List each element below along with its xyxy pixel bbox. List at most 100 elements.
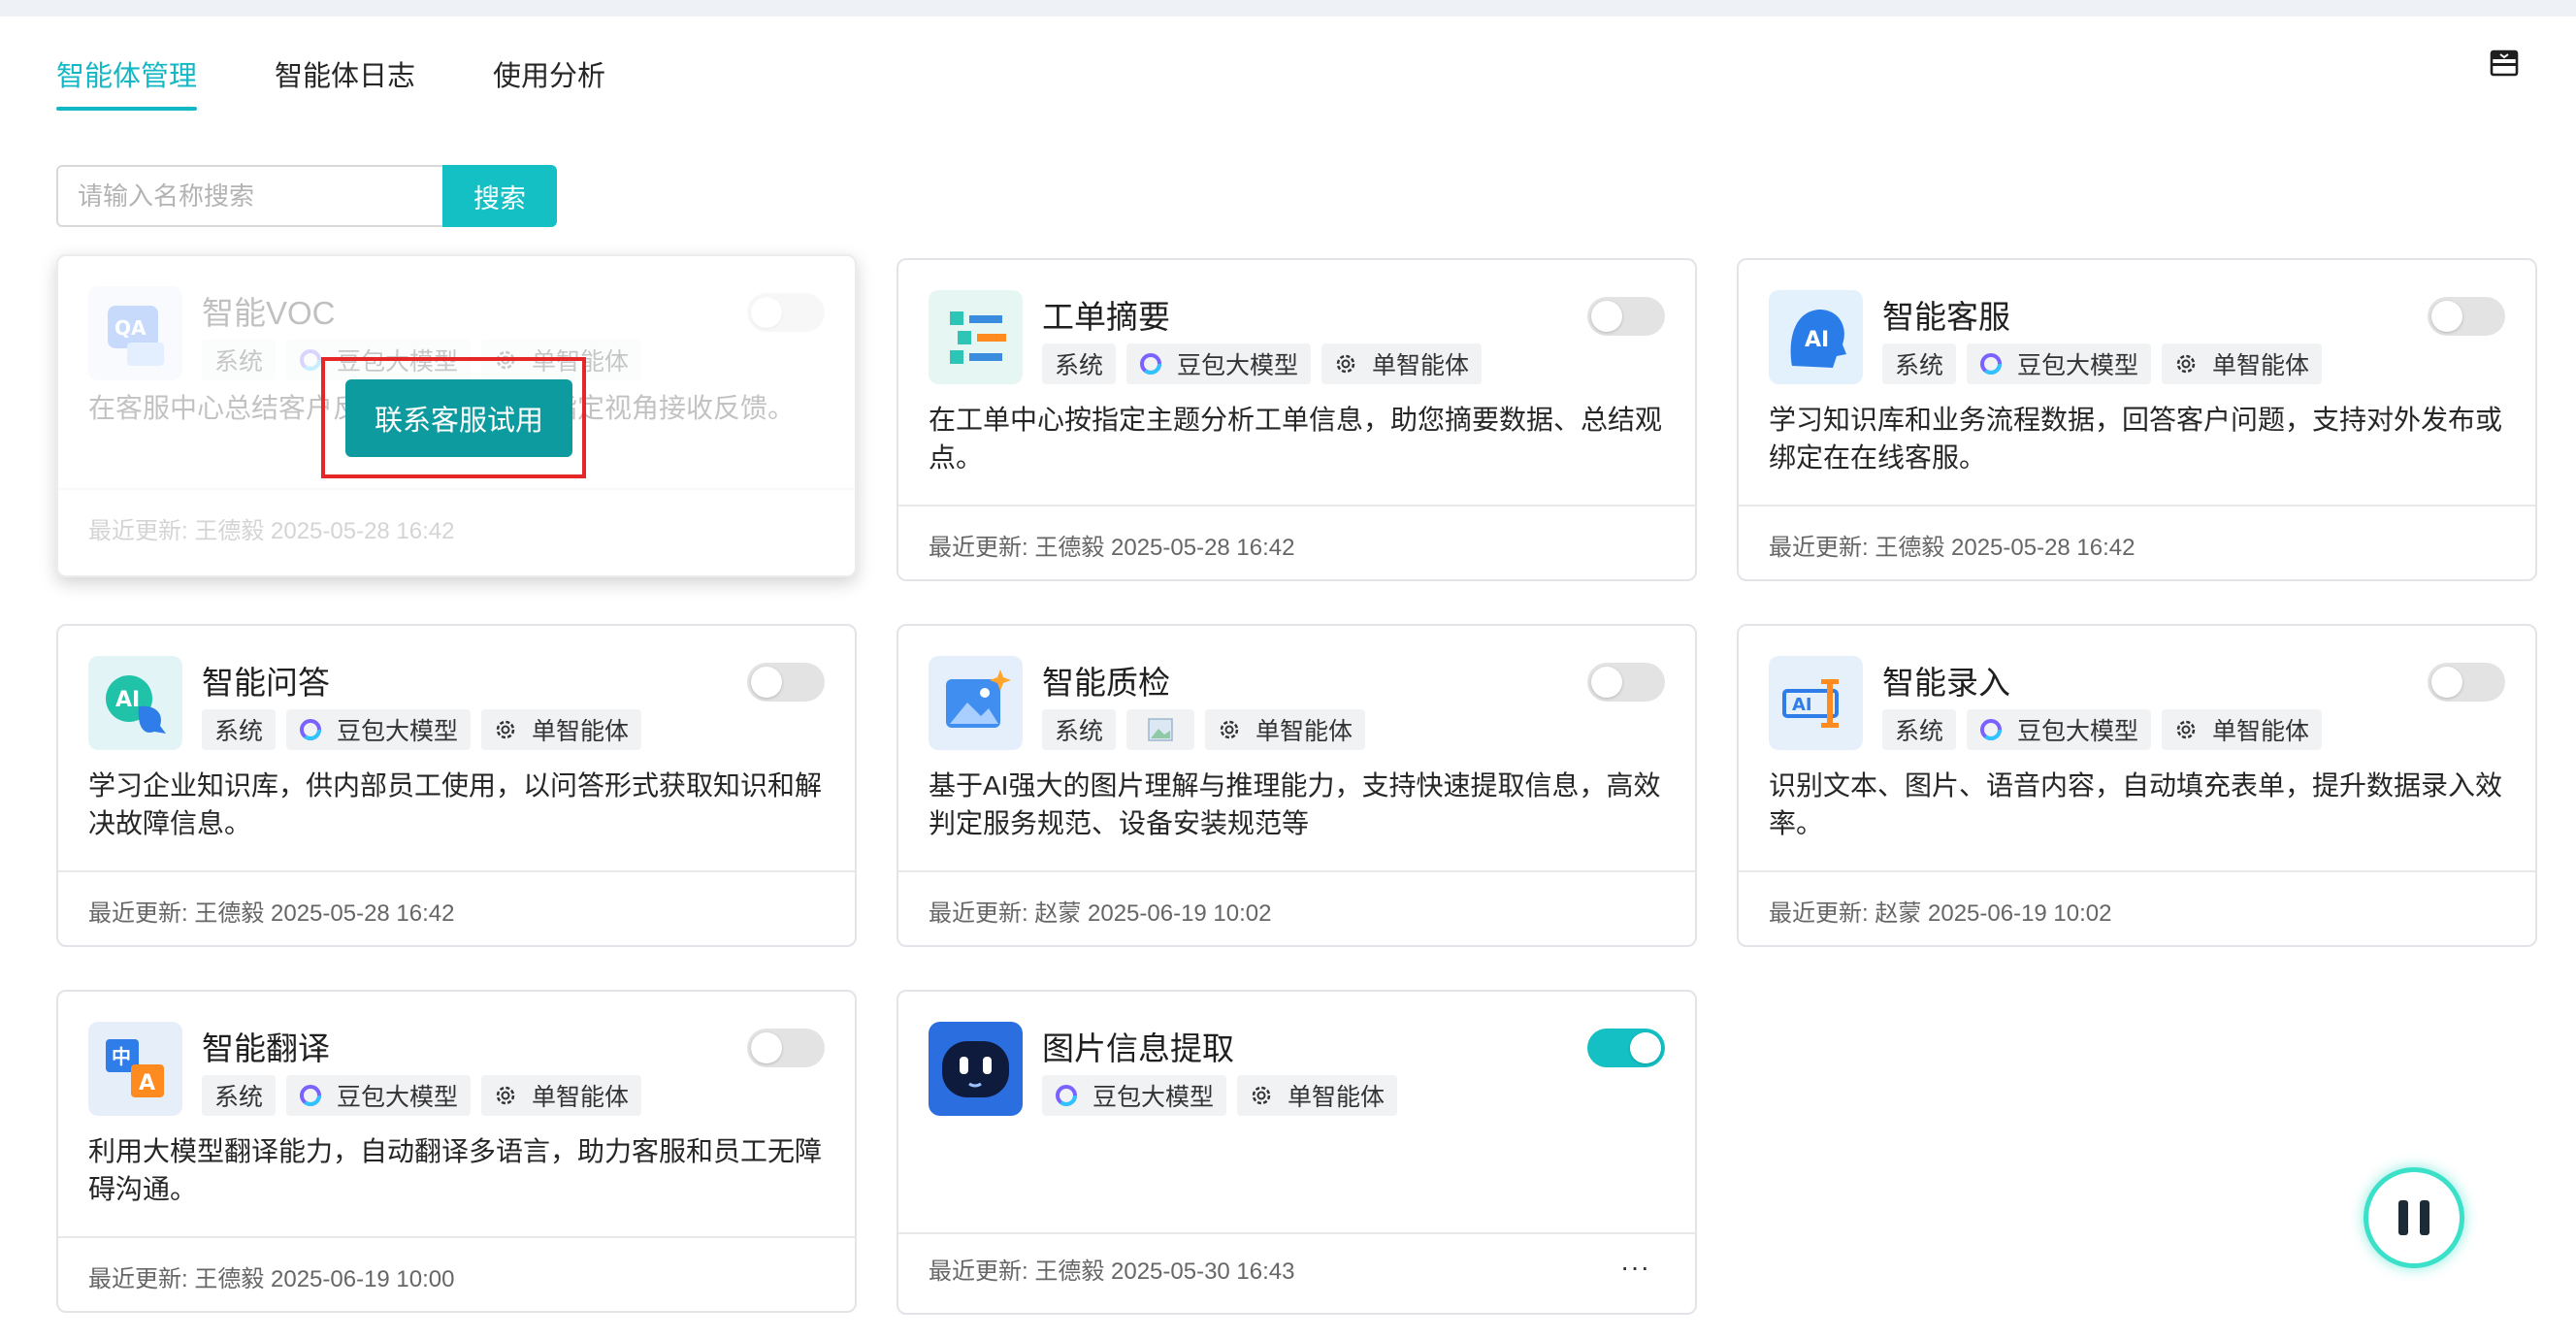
card-title: 智能问答 [202, 665, 330, 701]
gear-icon [496, 720, 515, 739]
enable-toggle[interactable] [747, 663, 825, 702]
tag-agent-type: 单智能体 [481, 709, 642, 750]
agent-card-smart-qa[interactable]: AI 智能问答 系统 豆包大模型 单智能体 学习企业知识库，供内部员工使用，以问… [56, 624, 857, 947]
card-title: 智能录入 [1882, 665, 2010, 701]
svg-text:AI: AI [1792, 695, 1812, 715]
tag-agent-type: 单智能体 [2162, 709, 2323, 750]
doubao-logo-icon [1980, 353, 2003, 375]
agent-card-smart-input[interactable]: AI 智能录入 系统 豆包大模型 单智能体 识别文本、图片、语音内容，自动填充表… [1737, 624, 2537, 947]
card-footer: 最近更新: 赵蒙 2025-06-19 10:02 [898, 870, 1695, 945]
card-footer: 最近更新: 王德毅 2025-06-19 10:00 [58, 1236, 855, 1311]
agent-card-smart-service[interactable]: AI 智能客服 系统 豆包大模型 单智能体 学习知识库和业务流程数据，回答客户问… [1737, 258, 2537, 581]
tag-label: 单智能体 [2212, 352, 2310, 379]
last-updated: 最近更新: 赵蒙 2025-06-19 10:02 [1769, 900, 2112, 927]
robot-face-icon [929, 1022, 1023, 1116]
search-input[interactable] [56, 165, 442, 227]
tag-label: 单智能体 [532, 1084, 630, 1111]
enable-toggle[interactable] [2428, 663, 2505, 702]
card-footer: 最近更新: 王德毅 2025-05-28 16:42 [58, 870, 855, 945]
card-footer: 最近更新: 赵蒙 2025-06-19 10:02 [1739, 870, 2535, 945]
ai-head-icon: AI [1769, 290, 1863, 384]
tag-label: 豆包大模型 [2017, 718, 2139, 745]
enable-toggle[interactable] [2428, 297, 2505, 336]
enable-toggle[interactable] [1587, 1029, 1665, 1067]
agent-card-ticket-summary[interactable]: 工单摘要 系统 豆包大模型 单智能体 在工单中心按指定主题分析工单信息，助您摘要… [897, 258, 1697, 581]
doubao-logo-icon [1140, 353, 1162, 375]
enable-toggle[interactable] [1587, 663, 1665, 702]
enable-toggle[interactable] [747, 293, 825, 332]
card-title: 智能翻译 [202, 1030, 330, 1066]
gear-icon [1252, 1086, 1271, 1105]
tag-label: 豆包大模型 [337, 1084, 459, 1111]
last-updated: 最近更新: 王德毅 2025-05-28 16:42 [88, 900, 455, 927]
qa-doc-icon: QA [88, 286, 182, 380]
card-tags: 系统 单智能体 [1042, 709, 1376, 750]
more-options-button[interactable]: ··· [1620, 1252, 1650, 1283]
tag-agent-type: 单智能体 [1205, 709, 1366, 750]
card-tags: 系统 豆包大模型 单智能体 [1882, 709, 2332, 750]
tag-label: 系统 [1055, 718, 1104, 745]
card-description: 学习企业知识库，供内部员工使用，以问答形式获取知识和解决故障信息。 [88, 770, 823, 838]
tag-agent-type: 单智能体 [1237, 1075, 1398, 1116]
tag-model [1126, 709, 1195, 750]
tag-system: 系统 [202, 340, 277, 380]
broken-image-icon [1148, 718, 1173, 741]
doubao-logo-icon [1056, 1085, 1077, 1106]
tag-label: 单智能体 [1255, 718, 1353, 745]
tag-label: 单智能体 [1372, 352, 1470, 379]
enable-toggle[interactable] [747, 1029, 825, 1067]
last-updated: 最近更新: 王德毅 2025-05-28 16:42 [88, 518, 455, 544]
tag-label: 豆包大模型 [337, 718, 459, 745]
tag-system: 系统 [202, 709, 277, 750]
tag-model: 豆包大模型 [1126, 343, 1312, 384]
pause-icon [2398, 1200, 2408, 1235]
ai-chat-icon: AI [88, 656, 182, 750]
tab-bar: 智能体管理 智能体日志 使用分析 [56, 16, 683, 114]
card-description: 在工单中心按指定主题分析工单信息，助您摘要数据、总结观点。 [929, 405, 1663, 473]
toggle-knob [1630, 1032, 1661, 1063]
last-updated: 最近更新: 赵蒙 2025-06-19 10:02 [929, 900, 1272, 927]
last-updated: 最近更新: 王德毅 2025-05-28 16:42 [1769, 535, 2136, 561]
tag-system: 系统 [1882, 709, 1957, 750]
card-title: 智能质检 [1042, 665, 1170, 701]
image-sparkle-icon [929, 656, 1023, 750]
tag-system: 系统 [1042, 709, 1117, 750]
pause-button[interactable] [2364, 1167, 2464, 1268]
tag-agent-type: 单智能体 [481, 1075, 642, 1116]
translate-icon: 中 A [88, 1022, 182, 1116]
gear-icon [1336, 354, 1355, 374]
gear-icon [2176, 720, 2196, 739]
agent-card-quality-check[interactable]: 智能质检 系统 单智能体 基于AI强大的图片理解与推理能力，支持快速提取信息，高… [897, 624, 1697, 947]
tag-label: 系统 [214, 348, 264, 376]
search-bar: 搜索 [56, 165, 557, 227]
card-tags: 系统 豆包大模型 单智能体 [202, 1075, 652, 1116]
toggle-knob [751, 667, 782, 698]
svg-text:A: A [139, 1071, 155, 1095]
card-tags: 系统 豆包大模型 单智能体 [1882, 343, 2332, 384]
tag-model: 豆包大模型 [286, 709, 472, 750]
tag-system: 系统 [202, 1075, 277, 1116]
agent-card-voc[interactable]: QA 智能VOC 系统 豆包大模型 单智能体 在客服中心总结客户反馈，以便企业从… [56, 254, 857, 577]
card-footer: 最近更新: 王德毅 2025-05-28 16:42 [1739, 505, 2535, 579]
toggle-knob [751, 1032, 782, 1063]
doubao-logo-icon [300, 719, 322, 740]
layout-toggle-icon[interactable] [2489, 48, 2520, 79]
agent-card-smart-translate[interactable]: 中 A 智能翻译 系统 豆包大模型 单智能体 利用大模型翻译能力，自动翻译多语言… [56, 990, 857, 1313]
tag-label: 系统 [214, 1084, 264, 1111]
card-title: 工单摘要 [1042, 299, 1170, 335]
tab-agent-management[interactable]: 智能体管理 [56, 16, 198, 111]
tag-model: 豆包大模型 [1042, 1075, 1227, 1116]
card-footer: 最近更新: 王德毅 2025-05-30 16:43 ··· [898, 1232, 1695, 1313]
gear-icon [2176, 354, 2196, 374]
agent-card-image-extraction[interactable]: 图片信息提取 豆包大模型 单智能体 最近更新: 王德毅 2025-05-30 1… [897, 990, 1697, 1315]
enable-toggle[interactable] [1587, 297, 1665, 336]
highlight-box [321, 357, 586, 478]
svg-text:QA: QA [114, 316, 147, 340]
tab-usage-analysis[interactable]: 使用分析 [493, 16, 605, 111]
card-footer: 最近更新: 王德毅 2025-05-28 16:42 [898, 505, 1695, 579]
gear-icon [496, 1086, 515, 1105]
svg-text:AI: AI [1805, 328, 1829, 352]
toggle-knob [1591, 667, 1622, 698]
tab-agent-logs[interactable]: 智能体日志 [275, 16, 415, 111]
search-button[interactable]: 搜索 [442, 165, 557, 227]
